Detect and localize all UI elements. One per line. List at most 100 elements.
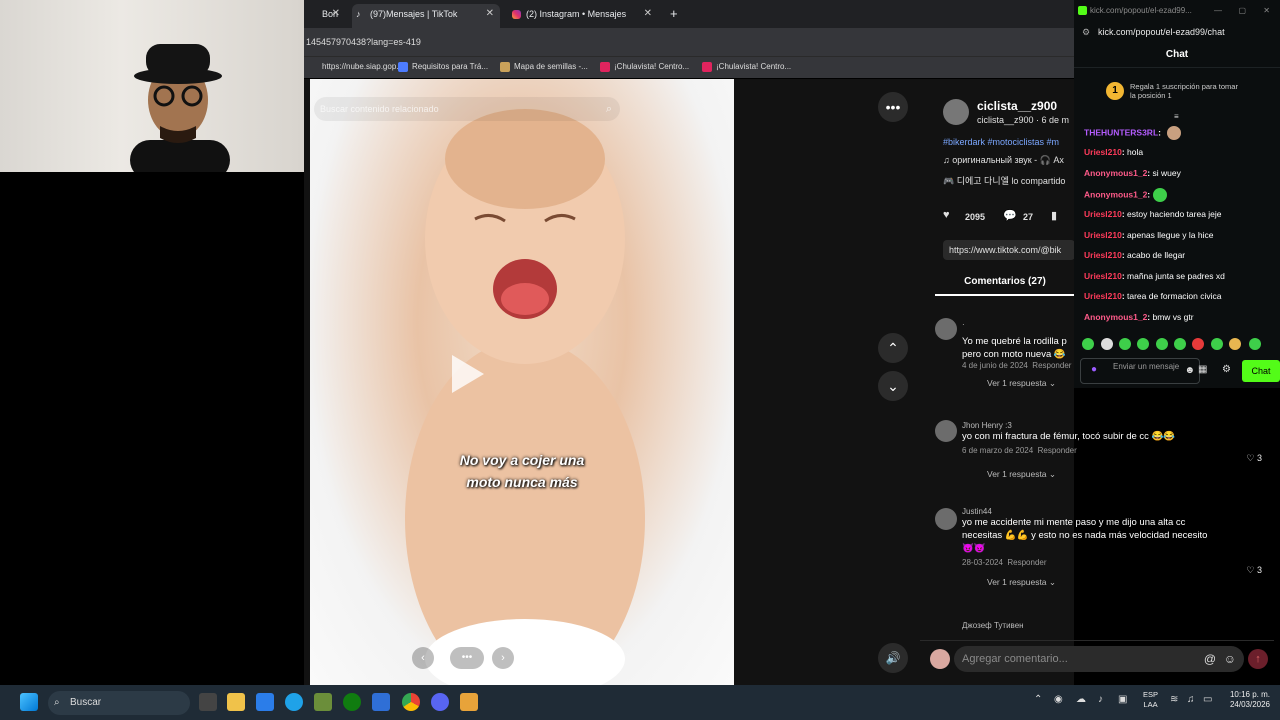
- chat-username[interactable]: Uriesl210: [1084, 209, 1122, 219]
- chat-username[interactable]: Uriesl210: [1084, 250, 1122, 260]
- tab-bon[interactable]: Bon ✕: [304, 4, 346, 28]
- chat-username[interactable]: Anonymous1_2: [1084, 189, 1147, 199]
- close-tab-icon[interactable]: ✕: [332, 4, 340, 24]
- tab-instagram-messages[interactable]: (2) Instagram • Mensajes ✕: [508, 4, 658, 28]
- emote-icon[interactable]: [1174, 338, 1186, 350]
- comment-icon[interactable]: 💬: [1003, 209, 1017, 222]
- post-link[interactable]: https://www.tiktok.com/@bik: [943, 240, 1075, 260]
- store-icon[interactable]: ▦: [1198, 364, 1207, 375]
- microsoft-store-icon[interactable]: [256, 693, 274, 711]
- comment-input[interactable]: Agregar comentario... @ ☺: [954, 646, 1244, 672]
- maximize-icon[interactable]: ▢: [1238, 0, 1246, 22]
- microphone-icon[interactable]: ♪: [1098, 694, 1103, 705]
- chat-username[interactable]: Uriesl210: [1084, 271, 1122, 281]
- tab-comments[interactable]: Comentarios (27): [935, 270, 1075, 296]
- chat-username[interactable]: Uriesl210: [1084, 230, 1122, 240]
- send-comment-button[interactable]: ↑: [1248, 649, 1268, 669]
- reply-button[interactable]: Responder: [1032, 361, 1071, 370]
- pin-icon[interactable]: ≡: [1174, 112, 1186, 121]
- bookmark-item[interactable]: Mapa de semillas -...: [500, 57, 588, 77]
- emote-icon[interactable]: [1156, 338, 1168, 350]
- send-chat-button[interactable]: Chat: [1242, 360, 1280, 382]
- clock[interactable]: 10:16 p. m. 24/03/2026: [1222, 690, 1270, 710]
- file-explorer-icon[interactable]: [227, 693, 245, 711]
- tray-icon[interactable]: ▣: [1118, 694, 1127, 705]
- bookmark-icon[interactable]: ▮: [1051, 209, 1057, 222]
- comment-likes[interactable]: ♡ 3: [1246, 565, 1262, 576]
- tray-icon[interactable]: ◉: [1054, 694, 1063, 705]
- bookmark-item[interactable]: ¡Chulavista! Centro...: [600, 57, 689, 77]
- emote-icon[interactable]: [1192, 338, 1204, 350]
- post-hashtags[interactable]: #bikerdark #motociclistas #m: [943, 137, 1059, 147]
- xbox-icon[interactable]: [343, 693, 361, 711]
- previous-video-button[interactable]: ⌃: [878, 333, 908, 363]
- chat-username[interactable]: Uriesl210: [1084, 291, 1122, 301]
- emote-icon[interactable]: [1211, 338, 1223, 350]
- emote-icon[interactable]: [1249, 338, 1261, 350]
- address-bar[interactable]: 145457970438?lang=es-419: [304, 28, 1074, 56]
- prev-image-button[interactable]: ‹: [412, 647, 434, 669]
- reply-button[interactable]: Responder: [1007, 558, 1046, 567]
- bookmark-item[interactable]: Requisitos para Trá...: [398, 57, 488, 77]
- language-indicator[interactable]: ESP LAA: [1143, 690, 1158, 710]
- start-menu-icon[interactable]: [20, 693, 38, 711]
- play-icon[interactable]: [440, 349, 490, 399]
- chrome-icon[interactable]: [402, 693, 420, 711]
- chat-username[interactable]: Uriesl210: [1084, 147, 1122, 157]
- settings-gear-icon[interactable]: ⚙: [1222, 364, 1231, 375]
- view-replies-button[interactable]: Ver 1 respuesta: [987, 469, 1047, 479]
- volume-icon[interactable]: 🔊: [878, 643, 908, 673]
- minecraft-icon[interactable]: [314, 693, 332, 711]
- app-icon[interactable]: [372, 693, 390, 711]
- onedrive-icon[interactable]: ☁: [1076, 694, 1086, 705]
- chat-message-input[interactable]: ● Enviar un mensaje ☻: [1080, 358, 1200, 384]
- view-replies-button[interactable]: Ver 1 respuesta: [987, 577, 1047, 587]
- next-image-button[interactable]: ›: [492, 647, 514, 669]
- mention-icon[interactable]: @: [1204, 646, 1216, 672]
- emote-icon[interactable]: [1137, 338, 1149, 350]
- chat-url-bar[interactable]: ⚙ kick.com/popout/el-ezad99/chat: [1074, 22, 1280, 42]
- author-avatar[interactable]: [943, 99, 969, 125]
- bookmark-item[interactable]: ¡Chulavista! Centro...: [702, 57, 791, 77]
- comment-user[interactable]: Jhon Henry :3: [962, 421, 1262, 430]
- emoji-icon[interactable]: ☻: [1184, 366, 1195, 376]
- avatar[interactable]: [935, 508, 957, 530]
- task-view-icon[interactable]: [199, 693, 217, 711]
- emoji-icon[interactable]: ☺: [1224, 646, 1236, 672]
- tab-tiktok-messages[interactable]: ♪ (97)Mensajes | TikTok ✕: [352, 4, 500, 28]
- gift-subscription-banner[interactable]: Regala 1 suscripción para tomar la posic…: [1130, 82, 1238, 100]
- next-video-button[interactable]: ⌄: [878, 371, 908, 401]
- view-replies-button[interactable]: Ver 1 respuesta: [987, 378, 1047, 388]
- emote-icon[interactable]: [1229, 338, 1241, 350]
- related-search-input[interactable]: Buscar contenido relacionado ⌕: [314, 97, 620, 121]
- bookmark-item[interactable]: https://nube.siap.gop...: [308, 57, 403, 77]
- comment-user[interactable]: Джозеф Тутивен: [962, 621, 1262, 630]
- app-icon[interactable]: [460, 693, 478, 711]
- avatar[interactable]: [935, 420, 957, 442]
- wifi-icon[interactable]: ≋: [1170, 694, 1178, 705]
- minimize-icon[interactable]: —: [1214, 0, 1222, 22]
- comment-likes[interactable]: ♡ 3: [1246, 453, 1262, 464]
- emote-icon[interactable]: [1082, 338, 1094, 350]
- emote-icon[interactable]: [1101, 338, 1113, 350]
- taskbar-search-input[interactable]: ⌕ Buscar: [48, 691, 190, 715]
- microphone-icon[interactable]: ●: [1091, 365, 1097, 375]
- chat-username[interactable]: THEHUNTERS3RL: [1084, 127, 1158, 137]
- edge-icon[interactable]: [285, 693, 303, 711]
- post-sound[interactable]: ♫ оригинальный звук - 🎧 Ax: [943, 155, 1064, 166]
- discord-icon[interactable]: [431, 693, 449, 711]
- avatar[interactable]: [935, 318, 957, 340]
- close-tab-icon[interactable]: ✕: [644, 4, 652, 24]
- battery-icon[interactable]: ▭: [1203, 694, 1212, 705]
- like-icon[interactable]: ♥: [943, 209, 950, 221]
- reply-button[interactable]: Responder: [1038, 446, 1077, 455]
- search-icon[interactable]: ⌕: [606, 97, 612, 121]
- video-player[interactable]: Buscar contenido relacionado ⌕ No voy a …: [310, 79, 734, 685]
- comment-user[interactable]: Justin44: [962, 507, 1262, 516]
- author-username[interactable]: ciclista__z900: [977, 99, 1057, 113]
- more-options-button[interactable]: •••: [878, 92, 908, 122]
- chevron-up-icon[interactable]: ⌃: [1034, 694, 1042, 705]
- close-tab-icon[interactable]: ✕: [486, 4, 494, 24]
- chat-username[interactable]: Anonymous1_2: [1084, 168, 1147, 178]
- emote-icon[interactable]: [1119, 338, 1131, 350]
